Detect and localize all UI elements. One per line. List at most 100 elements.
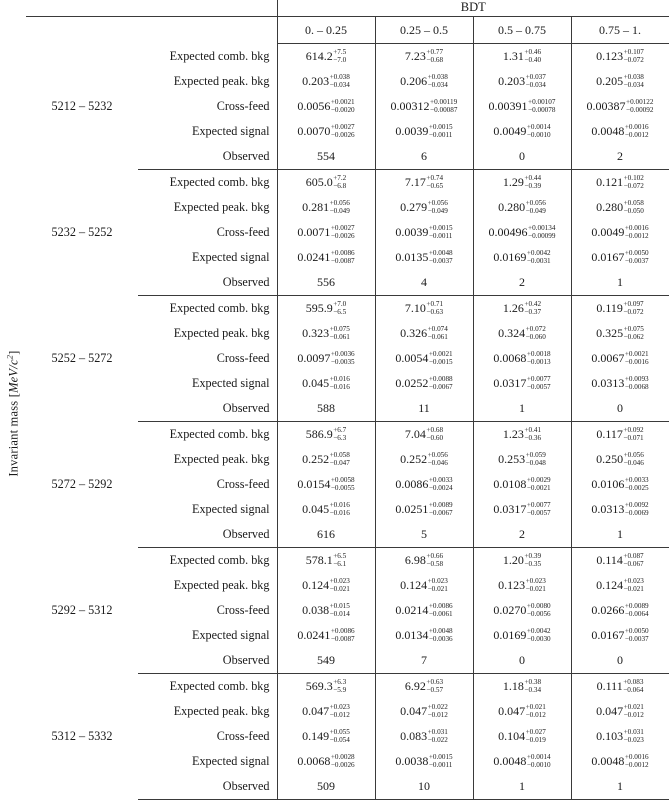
value-cell: 0.0067 +0.0021 −0.0016	[570, 346, 669, 371]
value-uncertainty: +0.0016 −0.0012	[625, 123, 649, 139]
y-axis-label: Invariant mass [MeV/c2]	[4, 351, 21, 477]
value-cell: 0.324 +0.072 −0.060	[472, 321, 571, 346]
value-uncertainty: +0.016 −0.016	[330, 501, 350, 517]
uncertainty-down: −0.072	[623, 181, 644, 190]
value-uncertainty: +0.0028 −0.0026	[331, 753, 355, 769]
value-uncertainty: +0.42 −0.37	[524, 300, 541, 316]
uncertainty-down: −0.0069	[624, 508, 649, 517]
value-cell: 0.0266 +0.0089 −0.0064	[570, 598, 669, 623]
value-number: 0.111	[596, 679, 623, 693]
value-number: 1	[519, 401, 525, 415]
value-number: 1.20	[502, 553, 524, 567]
value-wrapper: 6.92 +0.63 −0.57	[405, 678, 443, 694]
value-number: 7	[421, 653, 427, 667]
value-uncertainty: +0.0048 −0.0036	[429, 627, 453, 643]
row-label-1: Expected peak. bkg	[173, 452, 270, 466]
uncertainty-down: −0.0055	[330, 483, 355, 492]
value-wrapper: 0.203 +0.038 −0.034	[302, 73, 350, 89]
value-wrapper: 614.2 +7.5 −7.0	[306, 48, 347, 64]
value-cell: 0.0039 +0.0015 −0.0011	[374, 220, 473, 245]
value-number: 0.0049	[591, 225, 625, 239]
value-uncertainty: +0.0050 −0.0037	[625, 249, 649, 265]
value-cell: 549	[276, 648, 375, 674]
value-wrapper: 7.04 +0.68 −0.60	[405, 426, 443, 442]
value-number: 0.0313	[591, 376, 625, 390]
value-number: 0.124	[302, 578, 330, 592]
value-uncertainty: +0.056 −0.049	[330, 199, 350, 215]
value-number: 0.0134	[395, 628, 429, 642]
value-cell: 10	[374, 774, 473, 800]
uncertainty-down: −0.0056	[526, 609, 551, 618]
value-uncertainty: +0.0016 −0.0012	[625, 753, 649, 769]
value-wrapper: 556	[317, 275, 335, 290]
value-wrapper: 0	[617, 653, 623, 668]
table-row: 5272 – 5292 Expected comb. bkg 586.9 +6.7 −6…	[26, 421, 669, 491]
value-number: 0.103	[596, 729, 624, 743]
uncertainty-down: −0.072	[623, 307, 644, 316]
value-cell: 0.0068 +0.0028 −0.0026	[276, 749, 375, 774]
value-number: 0.0097	[297, 351, 331, 365]
value-uncertainty: +0.00122 −0.00092	[626, 98, 654, 114]
value-uncertainty: +0.023 −0.012	[330, 703, 350, 719]
row-label-1: Expected peak. bkg	[173, 326, 270, 340]
row-label-2: Cross-feed	[216, 477, 270, 491]
value-number: 6.98	[404, 553, 426, 567]
value-wrapper: 509	[317, 779, 335, 794]
value-wrapper: 0.124 +0.023 −0.021	[400, 577, 448, 593]
value-cell: 0.047 +0.022 −0.012	[374, 699, 473, 724]
value-number: 569.3	[305, 679, 333, 693]
value-cell: 569.3 +6.3 −5.9	[276, 673, 375, 699]
uncertainty-down: −0.034	[525, 80, 546, 89]
value-cell: 0.279 +0.056 −0.049	[374, 195, 473, 220]
value-cell: 0.0086 +0.0033 −0.0024	[374, 472, 473, 497]
value-wrapper: 0.0067 +0.0021 −0.0016	[591, 350, 648, 366]
value-uncertainty: +0.0036 −0.0035	[331, 350, 355, 366]
value-uncertainty: +0.0077 −0.0057	[527, 375, 551, 391]
value-cell: 0.124 +0.023 −0.021	[374, 573, 473, 598]
table-row: 5212 – 5232 Expected comb. bkg 614.2 +7.5 −7…	[26, 43, 669, 113]
uncertainty-down: −0.034	[329, 80, 350, 89]
value-number: 0.0048	[591, 754, 625, 768]
value-wrapper: 0.0317 +0.0077 −0.0057	[493, 375, 551, 391]
value-number: 0.279	[400, 200, 428, 214]
value-number: 0.123	[498, 578, 526, 592]
value-uncertainty: +0.0086 −0.0087	[331, 249, 355, 265]
value-uncertainty: +0.075 −0.062	[624, 325, 644, 341]
uncertainty-down: −0.0024	[428, 483, 453, 492]
uncertainty-down: −0.0037	[428, 256, 453, 265]
value-uncertainty: +0.0092 −0.0069	[624, 501, 649, 517]
value-cell: 2	[472, 270, 571, 296]
value-number: 0.0317	[493, 502, 527, 516]
value-wrapper: 0.0097 +0.0036 −0.0035	[297, 350, 355, 366]
uncertainty-down: −0.046	[623, 458, 644, 467]
value-uncertainty: +0.0033 −0.0025	[625, 476, 649, 492]
value-uncertainty: +6.5 −6.1	[333, 552, 346, 568]
value-wrapper: 2	[519, 527, 525, 542]
value-cell: 0.205 +0.038 −0.034	[570, 69, 669, 94]
value-uncertainty: +0.0015 −0.0011	[429, 123, 453, 139]
uncertainty-down: −0.067	[623, 559, 644, 568]
value-number: 0.280	[596, 200, 624, 214]
value-cell: 0.0135 +0.0048 −0.0037	[374, 245, 473, 270]
value-wrapper: 0.149 +0.055 −0.054	[302, 728, 350, 744]
value-wrapper: 10	[418, 779, 430, 794]
value-cell: 6.98 +0.66 −0.58	[374, 547, 473, 573]
uncertainty-down: −0.0011	[428, 231, 453, 240]
value-wrapper: 0.0169 +0.0042 −0.0031	[493, 249, 550, 265]
value-cell: 0.0241 +0.0086 −0.0087	[276, 245, 375, 270]
value-cell: 0.0049 +0.0014 −0.0010	[472, 119, 571, 144]
value-wrapper: 616	[317, 527, 335, 542]
value-uncertainty: +6.3 −5.9	[333, 678, 346, 694]
value-cell: 0.253 +0.059 −0.048	[472, 447, 571, 472]
value-number: 6	[421, 149, 427, 163]
value-number: 549	[317, 653, 335, 667]
value-wrapper: 0.0313 +0.0093 −0.0068	[591, 375, 648, 391]
table-row: 5292 – 5312 Expected comb. bkg 578.1 +6.5 −6…	[26, 547, 669, 617]
value-cell: 0.0071 +0.0027 −0.0026	[276, 220, 375, 245]
value-uncertainty: +7.2 −6.8	[333, 174, 346, 190]
uncertainty-down: −0.0020	[330, 105, 355, 114]
value-uncertainty: +0.39 −0.35	[524, 552, 541, 568]
uncertainty-down: −0.00092	[626, 105, 654, 114]
value-number: 595.9	[305, 301, 333, 315]
value-number: 0.083	[400, 729, 428, 743]
